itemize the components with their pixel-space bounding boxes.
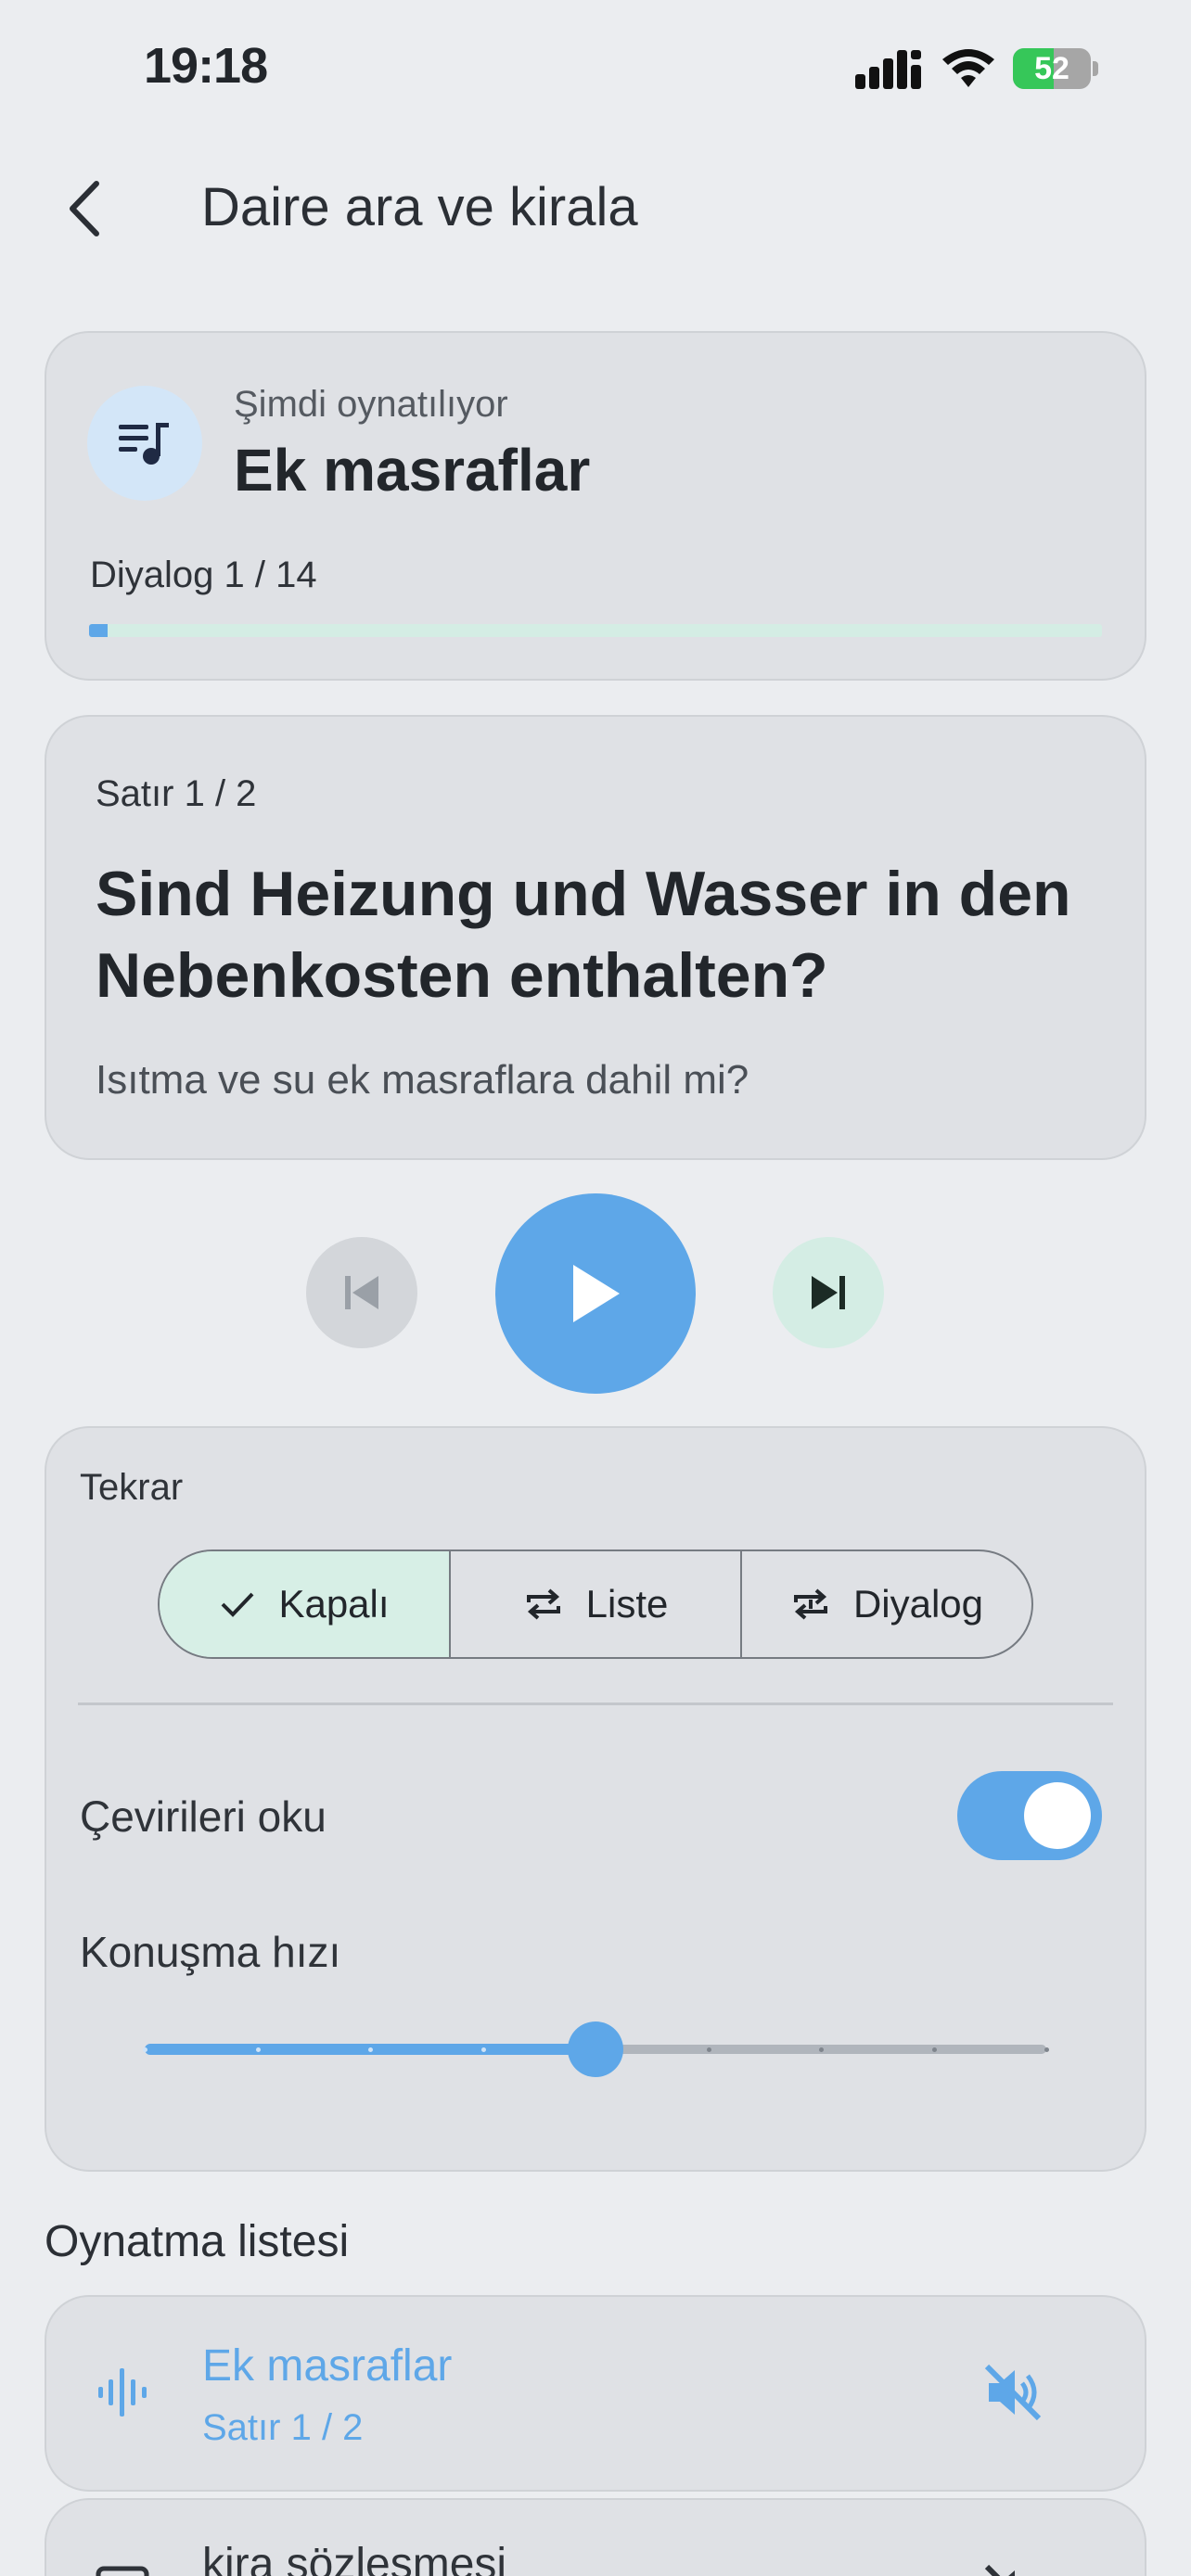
- audio-wave-icon: [98, 2368, 147, 2417]
- repeat-label: Tekrar: [80, 1467, 184, 1508]
- slider-tick: [480, 2047, 486, 2052]
- now-playing-label: Şimdi oynatılıyor: [234, 384, 508, 425]
- queue-music-icon: [119, 423, 169, 465]
- repeat-option-list[interactable]: Liste: [451, 1551, 742, 1657]
- slider-tick: [255, 2047, 261, 2052]
- line-counter: Satır 1 / 2: [96, 773, 257, 814]
- repeat-option-label: Diyalog: [852, 1582, 984, 1626]
- repeat-mode-selector: Kapalı Liste Diyalog: [158, 1549, 1033, 1659]
- skip-previous-icon: [345, 1276, 378, 1309]
- slider-tick: [931, 2047, 937, 2052]
- back-button[interactable]: [46, 167, 121, 250]
- status-time: 19:18: [144, 38, 268, 94]
- now-playing-title: Ek masraflar: [234, 437, 591, 504]
- slider-tick: [706, 2047, 711, 2052]
- now-playing-icon-badge: [87, 386, 202, 501]
- next-button[interactable]: [773, 1237, 884, 1348]
- play-icon: [573, 1265, 620, 1322]
- repeat-option-label: Kapalı: [278, 1582, 390, 1626]
- repeat-option-dialog[interactable]: Diyalog: [742, 1551, 1031, 1657]
- document-icon: [96, 2566, 149, 2576]
- line-source-text: Sind Heizung und Wasser in den Nebenkost…: [96, 859, 1071, 1011]
- battery-level: 52: [1034, 51, 1069, 86]
- signal-icon: [855, 50, 921, 89]
- dialog-progress-fill: [89, 624, 108, 637]
- previous-button[interactable]: [306, 1237, 417, 1348]
- playlist-item-subtitle: Satır 1 / 2: [202, 2407, 364, 2448]
- volume-off-icon[interactable]: [981, 2561, 1044, 2576]
- playlist-item-title: kira sözleşmesi: [202, 2540, 507, 2576]
- settings-divider: [78, 1702, 1113, 1705]
- repeat-option-label: Liste: [585, 1582, 669, 1626]
- slider-tick: [1044, 2047, 1049, 2052]
- read-translations-label: Çevirileri oku: [80, 1792, 327, 1841]
- wifi-icon: [942, 49, 994, 87]
- play-button[interactable]: [495, 1193, 696, 1394]
- dialog-progress-label: Diyalog 1 / 14: [90, 555, 317, 595]
- slider-thumb[interactable]: [568, 2021, 623, 2077]
- check-icon: [222, 1592, 254, 1617]
- read-translations-toggle[interactable]: [957, 1771, 1102, 1860]
- battery-charging-icon: 52: [1013, 48, 1098, 89]
- skip-next-icon: [812, 1276, 845, 1309]
- repeat-one-icon: [793, 1588, 827, 1620]
- page-title: Daire ara ve kirala: [201, 177, 638, 237]
- dialog-progress-bar: [89, 624, 1102, 637]
- volume-off-icon[interactable]: [981, 2361, 1044, 2424]
- playlist-title: Oynatma listesi: [45, 2217, 350, 2266]
- speech-rate-slider[interactable]: [143, 2021, 1049, 2077]
- playlist-item-title: Ek masraflar: [202, 2341, 453, 2391]
- repeat-icon: [526, 1588, 560, 1620]
- slider-tick: [819, 2047, 824, 2052]
- repeat-option-off[interactable]: Kapalı: [160, 1551, 451, 1657]
- chevron-left-icon: [70, 181, 99, 236]
- slider-tick: [368, 2047, 373, 2052]
- slider-tick: [143, 2047, 147, 2052]
- toggle-knob: [1024, 1782, 1091, 1849]
- line-translation-text: Isıtma ve su ek masraflara dahil mi?: [96, 1057, 749, 1103]
- speech-rate-label: Konuşma hızı: [80, 1928, 341, 1976]
